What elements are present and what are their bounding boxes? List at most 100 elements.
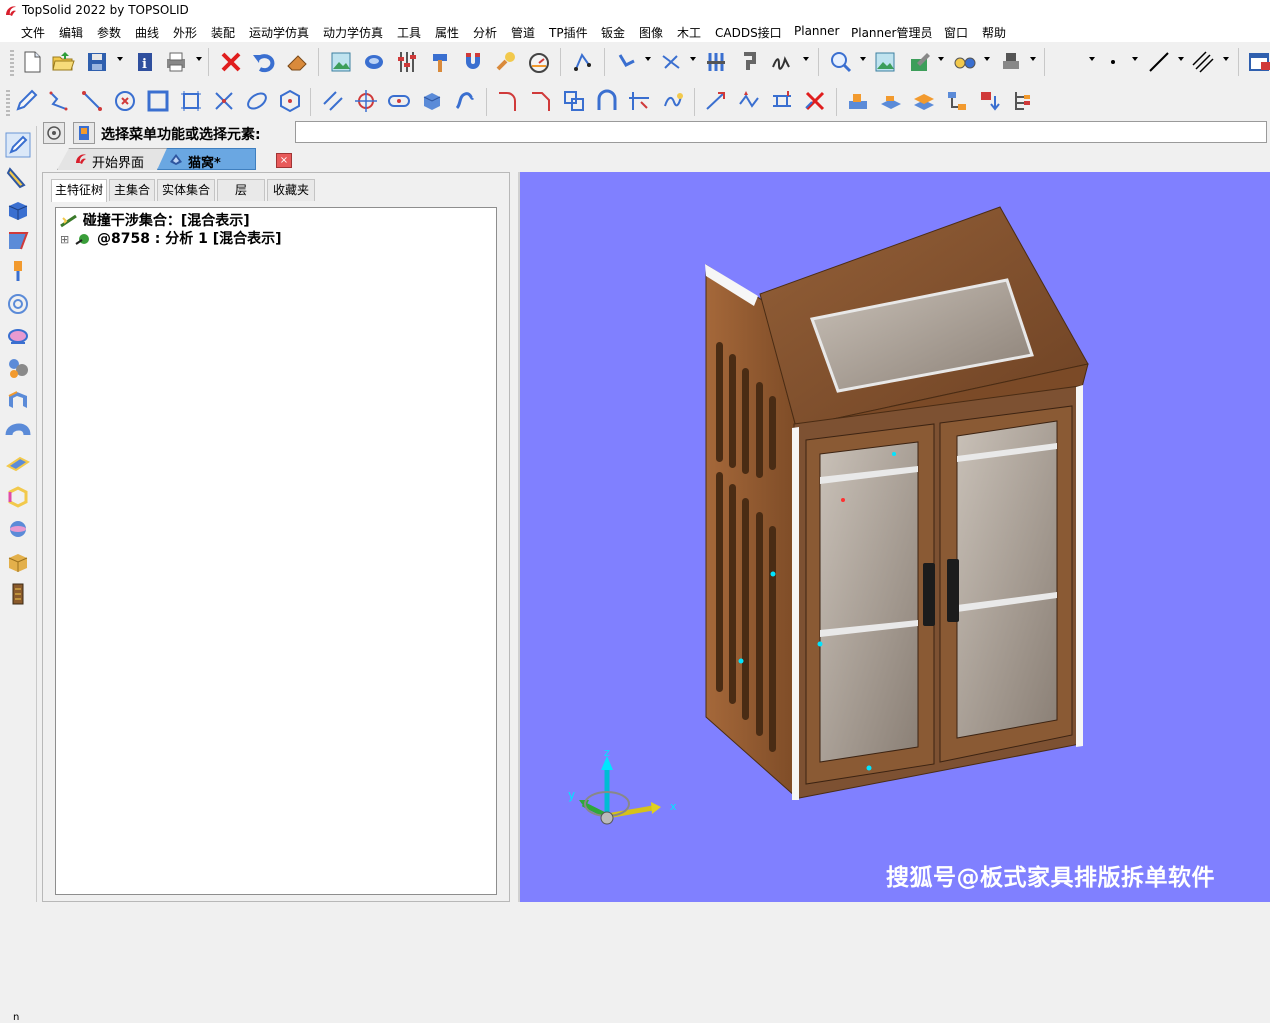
menu-tools[interactable]: 工具 — [397, 24, 421, 41]
vector-icon[interactable] — [614, 49, 640, 75]
equalizer-icon[interactable] — [703, 49, 729, 75]
menu-window[interactable]: 窗口 — [944, 24, 968, 41]
undo-icon[interactable] — [251, 49, 277, 75]
signature-dropdown-icon[interactable] — [803, 57, 809, 61]
tree-tool-icon[interactable] — [1010, 88, 1036, 114]
hatch-icon[interactable] — [1190, 49, 1216, 75]
image-icon[interactable] — [328, 49, 354, 75]
tab-cat-nest[interactable]: 猫窝* — [157, 148, 256, 170]
menu-planner[interactable]: Planner — [794, 24, 839, 38]
panel-icon[interactable] — [5, 452, 31, 478]
surface-icon[interactable] — [5, 228, 31, 254]
tool-icon[interactable] — [493, 49, 519, 75]
layer-flat-icon[interactable] — [878, 88, 904, 114]
menu-sheet-metal[interactable]: 钣金 — [601, 24, 625, 41]
tree-item-analysis[interactable]: ⊞ @8758 : 分析 1 [混合表示] — [60, 228, 282, 248]
sphere-icon[interactable] — [5, 516, 31, 542]
tree-item-collision-set[interactable]: 碰撞干涉集合：[混合表示] — [60, 210, 250, 230]
tab-layers[interactable]: 层 — [217, 179, 265, 201]
menu-woodwork[interactable]: 木工 — [677, 24, 701, 41]
menu-attributes[interactable]: 属性 — [435, 24, 459, 41]
hook-icon[interactable] — [736, 49, 762, 75]
magnet-icon[interactable] — [460, 49, 486, 75]
info-icon[interactable]: i — [132, 49, 158, 75]
dot-style-dropdown-icon[interactable] — [1132, 57, 1138, 61]
solid-cube-icon[interactable] — [5, 197, 31, 223]
menu-tp-plugin[interactable]: TP插件 — [549, 24, 588, 41]
options-icon[interactable] — [43, 122, 65, 144]
signature-icon[interactable] — [769, 49, 795, 75]
fillet-icon[interactable] — [495, 88, 521, 114]
rectangle-icon[interactable] — [145, 88, 171, 114]
fit-view-icon[interactable] — [872, 49, 898, 75]
menu-dynamics[interactable]: 动力学仿真 — [323, 24, 383, 41]
curve-tool-icon[interactable] — [570, 49, 596, 75]
box-icon[interactable] — [5, 549, 31, 575]
line-style-dropdown-icon[interactable] — [1178, 57, 1184, 61]
tab-favorites[interactable]: 收藏夹 — [267, 179, 315, 201]
polygon-icon[interactable] — [277, 88, 303, 114]
cursor-icon[interactable] — [361, 49, 387, 75]
menu-curve[interactable]: 曲线 — [135, 24, 159, 41]
solid-box-icon[interactable] — [419, 88, 445, 114]
zoom-dropdown-icon[interactable] — [860, 57, 866, 61]
close-tab-icon[interactable]: × — [276, 153, 292, 168]
layer-edit-dropdown-icon[interactable] — [938, 57, 944, 61]
menu-edit[interactable]: 编辑 — [59, 24, 83, 41]
menu-file[interactable]: 文件 — [21, 24, 45, 41]
tab-main-set[interactable]: 主集合 — [109, 179, 155, 201]
render-icon[interactable] — [998, 49, 1024, 75]
assembly-icon[interactable] — [5, 355, 31, 381]
pencil-tool-icon[interactable] — [5, 165, 31, 191]
offset-curve-icon[interactable] — [452, 88, 478, 114]
hatch-dropdown-icon[interactable] — [1223, 57, 1229, 61]
3d-viewport[interactable]: z y x — [518, 172, 1270, 902]
layer-edit-icon[interactable] — [907, 49, 933, 75]
connect-icon[interactable] — [736, 88, 762, 114]
tab-main-feature-tree[interactable]: 主特征树 — [51, 179, 107, 202]
project-icon[interactable] — [769, 88, 795, 114]
sketch-icon[interactable] — [13, 88, 39, 114]
new-file-icon[interactable] — [19, 49, 45, 75]
delete-curve-icon[interactable] — [802, 88, 828, 114]
menu-analysis[interactable]: 分析 — [473, 24, 497, 41]
menu-cadds[interactable]: CADDS接口 — [715, 24, 782, 41]
line-style-icon[interactable] — [1146, 49, 1172, 75]
frame-icon[interactable] — [178, 88, 204, 114]
sheet-fold-icon[interactable] — [5, 388, 31, 414]
menu-image[interactable]: 图像 — [639, 24, 663, 41]
menu-kinematics[interactable]: 运动学仿真 — [249, 24, 309, 41]
delete-icon[interactable] — [218, 49, 244, 75]
toolbar-grip[interactable] — [6, 90, 10, 116]
glasses-icon[interactable] — [952, 49, 978, 75]
dot-style-icon[interactable] — [1100, 49, 1126, 75]
constraint-icon[interactable] — [658, 49, 684, 75]
ellipse-icon[interactable] — [244, 88, 270, 114]
spline-icon[interactable] — [660, 88, 686, 114]
menu-shape[interactable]: 外形 — [173, 24, 197, 41]
print-dropdown-icon[interactable] — [196, 57, 202, 61]
parallel-icon[interactable] — [320, 88, 346, 114]
no-color-icon[interactable] — [1052, 49, 1078, 75]
trim-icon[interactable] — [211, 88, 237, 114]
render-dropdown-icon[interactable] — [1030, 57, 1036, 61]
line-icon[interactable] — [79, 88, 105, 114]
corner-icon[interactable] — [627, 88, 653, 114]
extend-icon[interactable] — [703, 88, 729, 114]
transform-icon[interactable] — [977, 88, 1003, 114]
tab-start-page[interactable]: 开始界面 — [57, 148, 175, 170]
expand-icon[interactable]: ⊞ — [60, 233, 69, 246]
polyline-icon[interactable] — [46, 88, 72, 114]
menu-assembly[interactable]: 装配 — [211, 24, 235, 41]
menu-planner-admin[interactable]: Planner管理员 — [851, 24, 932, 41]
constraint-dropdown-icon[interactable] — [690, 57, 696, 61]
open-folder-icon[interactable] — [50, 49, 76, 75]
chamfer-icon[interactable] — [528, 88, 554, 114]
layer-up-icon[interactable] — [845, 88, 871, 114]
cabinet-icon[interactable] — [5, 581, 31, 607]
save-icon[interactable] — [84, 49, 110, 75]
gauge-icon[interactable] — [526, 49, 552, 75]
color-dropdown-icon[interactable] — [1089, 57, 1095, 61]
arch-icon[interactable] — [594, 88, 620, 114]
command-input[interactable] — [295, 121, 1267, 143]
